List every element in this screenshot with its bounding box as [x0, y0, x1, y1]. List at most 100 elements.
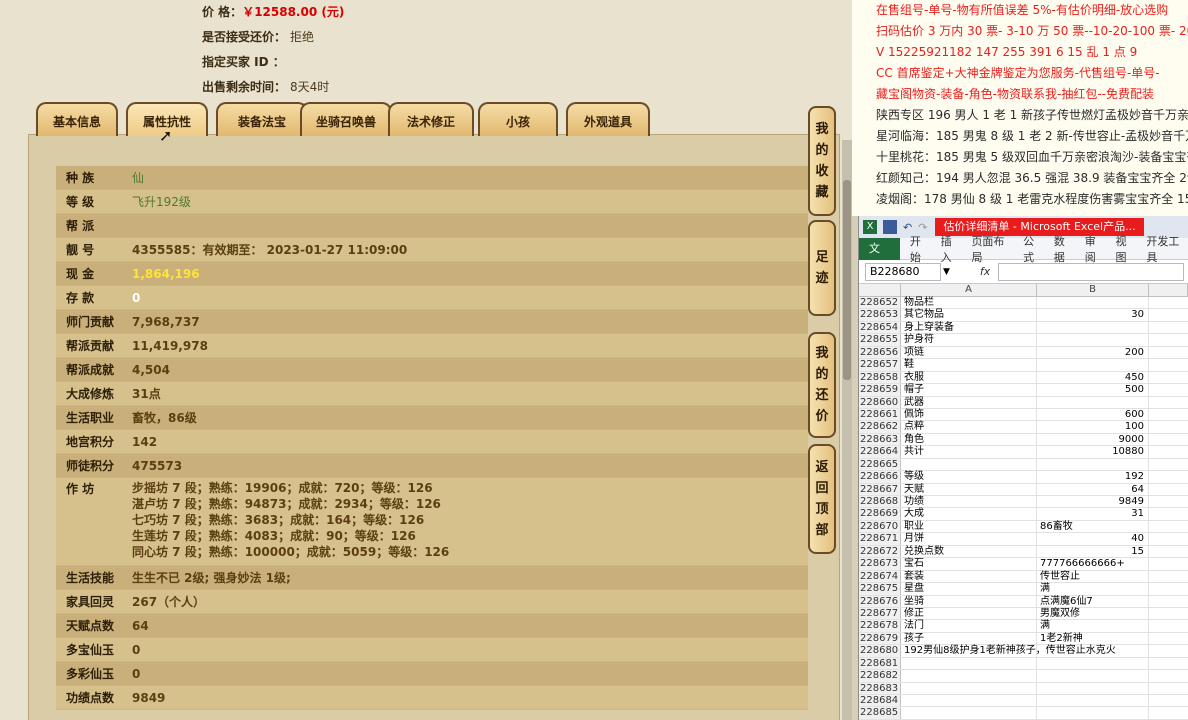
ribbon-tab[interactable]: 视图: [1116, 233, 1137, 265]
cell-b[interactable]: 600: [1037, 408, 1149, 421]
row-number[interactable]: 228666: [859, 471, 901, 483]
column-b-header[interactable]: B: [1037, 284, 1149, 296]
favorites-button[interactable]: 我的收藏: [808, 106, 836, 216]
cell-b[interactable]: 30: [1037, 309, 1149, 321]
cell-a[interactable]: 佩饰: [901, 408, 1037, 421]
cell-b[interactable]: 200: [1037, 346, 1149, 359]
cell-c[interactable]: [1149, 683, 1188, 694]
cell-b[interactable]: 满: [1037, 583, 1149, 595]
cell-c[interactable]: [1149, 633, 1188, 644]
cell-b[interactable]: [1037, 707, 1149, 719]
cell-b[interactable]: 500: [1037, 384, 1149, 396]
cell-a[interactable]: 修正: [901, 607, 1037, 620]
cell-c[interactable]: [1149, 446, 1188, 457]
cell-a[interactable]: 星盘: [901, 583, 1037, 595]
cell-b[interactable]: 40: [1037, 533, 1149, 545]
name-box[interactable]: B228680: [865, 262, 941, 281]
cell-c[interactable]: [1149, 645, 1188, 656]
cell-c[interactable]: [1149, 372, 1188, 383]
row-number[interactable]: 228656: [859, 346, 901, 359]
ribbon-tab[interactable]: 开始: [910, 233, 931, 265]
ribbon-tab[interactable]: 插入: [941, 233, 962, 265]
cell-a[interactable]: [901, 458, 1037, 471]
cell-b[interactable]: [1037, 657, 1149, 670]
cell-c[interactable]: [1149, 620, 1188, 631]
cell-c[interactable]: [1149, 359, 1188, 370]
cell-c[interactable]: [1149, 558, 1188, 569]
cell-b[interactable]: 9849: [1037, 496, 1149, 508]
cell-b[interactable]: 9000: [1037, 433, 1149, 446]
cell-a[interactable]: 月饼: [901, 533, 1037, 545]
cell-c[interactable]: [1149, 521, 1188, 532]
row-number[interactable]: 228682: [859, 670, 901, 682]
cell-a[interactable]: 衣服: [901, 371, 1037, 384]
history-button[interactable]: 足迹: [808, 220, 836, 316]
sheet-grid[interactable]: 228652 物品栏 228653 其它物品 30 228654 身上穿装备 228655 护身…: [859, 297, 1188, 720]
row-number[interactable]: 228661: [859, 408, 901, 421]
tab-4[interactable]: 坐骑召唤兽: [300, 102, 392, 136]
cell-a[interactable]: [901, 657, 1037, 670]
fx-icon[interactable]: fx: [980, 265, 990, 278]
cell-b[interactable]: 100: [1037, 421, 1149, 433]
cell-a[interactable]: 鞋: [901, 359, 1037, 371]
ribbon-tab[interactable]: 数据: [1054, 233, 1075, 265]
cell-a[interactable]: 天赋: [901, 483, 1037, 495]
row-number[interactable]: 228681: [859, 657, 901, 670]
row-number[interactable]: 228664: [859, 446, 901, 458]
cell-c[interactable]: [1149, 533, 1188, 544]
cell-a[interactable]: 大成: [901, 508, 1037, 520]
cell-b[interactable]: [1037, 396, 1149, 408]
tab-3[interactable]: 装备法宝: [216, 102, 308, 136]
row-number[interactable]: 228652: [859, 297, 901, 309]
cell-a[interactable]: 其它物品: [901, 309, 1037, 321]
row-number[interactable]: 228668: [859, 496, 901, 508]
cell-a[interactable]: 坐骑: [901, 595, 1037, 607]
row-number[interactable]: 228674: [859, 570, 901, 583]
scrollbar-thumb[interactable]: [843, 180, 851, 380]
cell-a[interactable]: [901, 707, 1037, 719]
row-number[interactable]: 228672: [859, 545, 901, 558]
row-number[interactable]: 228660: [859, 396, 901, 408]
cell-a[interactable]: 点粹: [901, 421, 1037, 433]
cell-a[interactable]: 帽子: [901, 384, 1037, 396]
cell-c[interactable]: [1149, 695, 1188, 706]
cell-a[interactable]: 武器: [901, 396, 1037, 408]
cell-c[interactable]: [1149, 608, 1188, 619]
ribbon-tab[interactable]: 公式: [1023, 233, 1044, 265]
cell-a[interactable]: 套装: [901, 570, 1037, 583]
cell-b[interactable]: 满: [1037, 620, 1149, 632]
cell-b[interactable]: 31: [1037, 508, 1149, 520]
cell-a[interactable]: 法门: [901, 620, 1037, 632]
cell-a[interactable]: 宝石: [901, 558, 1037, 570]
cell-a[interactable]: 192男仙8级护身1老新神孩子，传世容止水克火: [901, 645, 1116, 657]
cell-b[interactable]: 传世容止: [1037, 570, 1149, 583]
cell-b[interactable]: 1老2新神: [1037, 632, 1149, 645]
tab-7[interactable]: 外观道具: [566, 102, 650, 136]
tab-5[interactable]: 法术修正: [388, 102, 474, 136]
corner-cell[interactable]: [859, 284, 901, 296]
cell-a[interactable]: 身上穿装备: [901, 321, 1037, 334]
row-number[interactable]: 228658: [859, 371, 901, 384]
save-icon[interactable]: [883, 220, 897, 234]
cell-c[interactable]: [1149, 459, 1188, 470]
cell-b[interactable]: [1037, 458, 1149, 471]
cell-c[interactable]: [1149, 571, 1188, 582]
column-a-header[interactable]: A: [901, 284, 1037, 296]
row-number[interactable]: 228679: [859, 632, 901, 645]
row-number[interactable]: 228685: [859, 707, 901, 719]
cell-c[interactable]: [1149, 409, 1188, 420]
cell-c[interactable]: [1149, 670, 1188, 681]
cell-a[interactable]: 等级: [901, 471, 1037, 483]
row-number[interactable]: 228663: [859, 433, 901, 446]
cell-c[interactable]: [1149, 596, 1188, 607]
cell-c[interactable]: [1149, 397, 1188, 408]
cell-b[interactable]: 86畜牧: [1037, 520, 1149, 533]
cell-b[interactable]: [1037, 359, 1149, 371]
row-number[interactable]: 228654: [859, 321, 901, 334]
my-bargain-button[interactable]: 我的还价: [808, 332, 836, 438]
cell-a[interactable]: 职业: [901, 520, 1037, 533]
back-to-top-button[interactable]: 返回顶部: [808, 444, 836, 554]
cell-b[interactable]: 64: [1037, 483, 1149, 495]
row-number[interactable]: 228659: [859, 384, 901, 396]
cell-b[interactable]: 10880: [1037, 446, 1149, 458]
